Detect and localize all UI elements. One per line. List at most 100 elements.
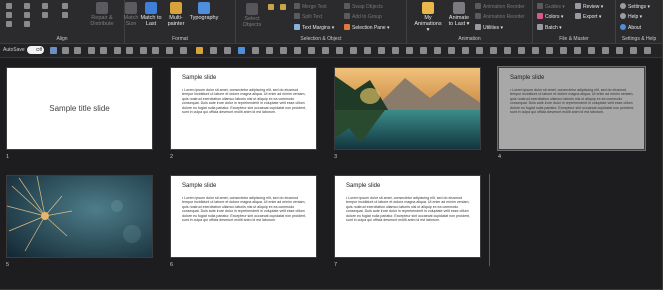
slide-thumbnail-7[interactable]: Sample slide • Lorem ipsum dolor sit ame… [334, 175, 481, 258]
multi-painter-button[interactable]: Multi- painter [165, 2, 187, 27]
settings-button[interactable]: Settings ▾ [620, 3, 650, 10]
group-tb-icon[interactable] [180, 47, 187, 54]
undo-icon[interactable] [62, 47, 69, 54]
split-text-button[interactable]: Split Text [294, 13, 322, 20]
autosave-label: AutoSave [3, 47, 25, 53]
colors-button[interactable]: Colors ▾ [537, 13, 563, 20]
ruler-icon[interactable] [546, 47, 553, 54]
slide-thumbnail-2[interactable]: Sample slide • Lorem ipsum dolor sit ame… [170, 67, 317, 150]
fill-icon[interactable] [434, 47, 441, 54]
paintbrush-icon [170, 2, 182, 14]
italic-icon[interactable] [350, 47, 357, 54]
review-button[interactable]: Review ▾ [575, 3, 603, 10]
align-top-icon[interactable] [24, 3, 30, 9]
bullets-icon[interactable] [378, 47, 385, 54]
zoom-icon[interactable] [518, 47, 525, 54]
comment-icon[interactable] [574, 47, 581, 54]
redo-icon[interactable] [74, 47, 81, 54]
guides-button[interactable]: Guides ▾ [537, 3, 565, 10]
slide-number: 7 [334, 262, 338, 268]
batch-button[interactable]: Batch ▾ [537, 24, 562, 31]
distribute-tb-icon[interactable] [140, 47, 147, 54]
rotate-tb-icon[interactable] [152, 47, 159, 54]
print-icon[interactable] [616, 47, 623, 54]
outline-icon[interactable] [448, 47, 455, 54]
group-label-format: Format [172, 36, 188, 42]
arrange-icon[interactable] [126, 47, 133, 54]
merge-text-icon [294, 3, 300, 9]
animation-reorder-button[interactable]: Animation Reorder [475, 3, 525, 10]
add-to-group-button[interactable]: Add to Group [344, 13, 382, 20]
export-button[interactable]: Export ▾ [575, 13, 601, 20]
swap-objects-button[interactable]: Swap Objects [344, 3, 383, 10]
select-objects-button[interactable]: Select Objects [240, 3, 264, 28]
autosave-toggle[interactable]: Off [27, 46, 44, 54]
align-right-icon[interactable] [6, 21, 12, 27]
font-icon[interactable] [308, 47, 315, 54]
merge-text-button[interactable]: Merge Text [294, 3, 327, 10]
batch-icon [537, 24, 543, 30]
distribute-vertical-icon[interactable] [42, 12, 48, 18]
utilities-button[interactable]: Utilities ▾ [475, 24, 503, 31]
slide-title: Sample slide [182, 75, 217, 81]
share-icon[interactable] [588, 47, 595, 54]
star-icon [422, 2, 434, 14]
numbering-icon[interactable] [392, 47, 399, 54]
animate-to-last-button[interactable]: Animate to Last ▾ [445, 2, 473, 27]
chart-icon[interactable] [252, 47, 259, 54]
format-painter-icon[interactable] [196, 47, 203, 54]
slide-thumbnail-4[interactable]: Sample slide • Lorem ipsum dolor sit ame… [497, 66, 646, 151]
my-animations-button[interactable]: My Animations ▾ [413, 2, 443, 33]
rotate-icon[interactable] [62, 3, 68, 9]
flip-icon[interactable] [62, 12, 68, 18]
more-icon[interactable] [644, 47, 651, 54]
text-box-icon[interactable] [210, 47, 217, 54]
table-icon[interactable] [224, 47, 231, 54]
app-window: Repair & Distribute Align Match Size Mat… [0, 0, 663, 290]
arrow-icon[interactable] [294, 47, 301, 54]
text-margins-button[interactable]: Text Margins ▾ [294, 24, 334, 31]
animation-tb-icon[interactable] [476, 47, 483, 54]
crop-icon[interactable] [166, 47, 173, 54]
distribute-horizontal-icon[interactable] [42, 3, 48, 9]
present-icon[interactable] [602, 47, 609, 54]
line-icon[interactable] [280, 47, 287, 54]
indent-icon[interactable] [406, 47, 413, 54]
font-size-icon[interactable] [322, 47, 329, 54]
about-button[interactable]: About [620, 24, 641, 31]
align-tb-icon[interactable] [114, 47, 121, 54]
help-icon [620, 13, 626, 19]
group-icon[interactable] [268, 4, 274, 10]
spacing-icon[interactable] [420, 47, 427, 54]
align-center-icon[interactable] [6, 12, 12, 18]
layout-icon[interactable] [88, 47, 95, 54]
slideshow-icon[interactable] [504, 47, 511, 54]
bold-icon[interactable] [336, 47, 343, 54]
email-icon[interactable] [630, 47, 637, 54]
slide-thumbnail-1[interactable]: Sample title slide [6, 67, 153, 150]
ungroup-icon[interactable] [280, 4, 286, 10]
smartart-icon[interactable] [266, 47, 273, 54]
notes-icon[interactable] [560, 47, 567, 54]
slide-title: Sample slide [182, 183, 217, 189]
shapes-icon[interactable] [100, 47, 107, 54]
picture-icon[interactable] [238, 47, 245, 54]
slide-thumbnail-6[interactable]: Sample slide • Lorem ipsum dolor sit ame… [170, 175, 317, 258]
transition-icon[interactable] [490, 47, 497, 54]
save-icon[interactable] [50, 47, 57, 54]
help-button[interactable]: Help ▾ [620, 13, 642, 20]
effects-icon[interactable] [462, 47, 469, 54]
selection-pane-button[interactable]: Selection Pane ▾ [344, 24, 390, 31]
slide-thumbnail-3[interactable] [334, 67, 481, 150]
typography-button[interactable]: Typography [189, 2, 219, 21]
align-middle-icon[interactable] [24, 12, 30, 18]
underline-icon[interactable] [364, 47, 371, 54]
animation-reorder-icon-2 [475, 13, 481, 19]
slide-thumbnail-5[interactable] [6, 175, 153, 258]
repair-distribute-button[interactable]: Repair & Distribute [84, 2, 120, 27]
grid-icon[interactable] [532, 47, 539, 54]
align-bottom-icon[interactable] [24, 21, 30, 27]
match-to-last-button[interactable]: Match to Last [139, 2, 163, 27]
animation-reorder-button-2[interactable]: Animation Reorder [475, 13, 525, 20]
align-left-icon[interactable] [6, 3, 12, 9]
